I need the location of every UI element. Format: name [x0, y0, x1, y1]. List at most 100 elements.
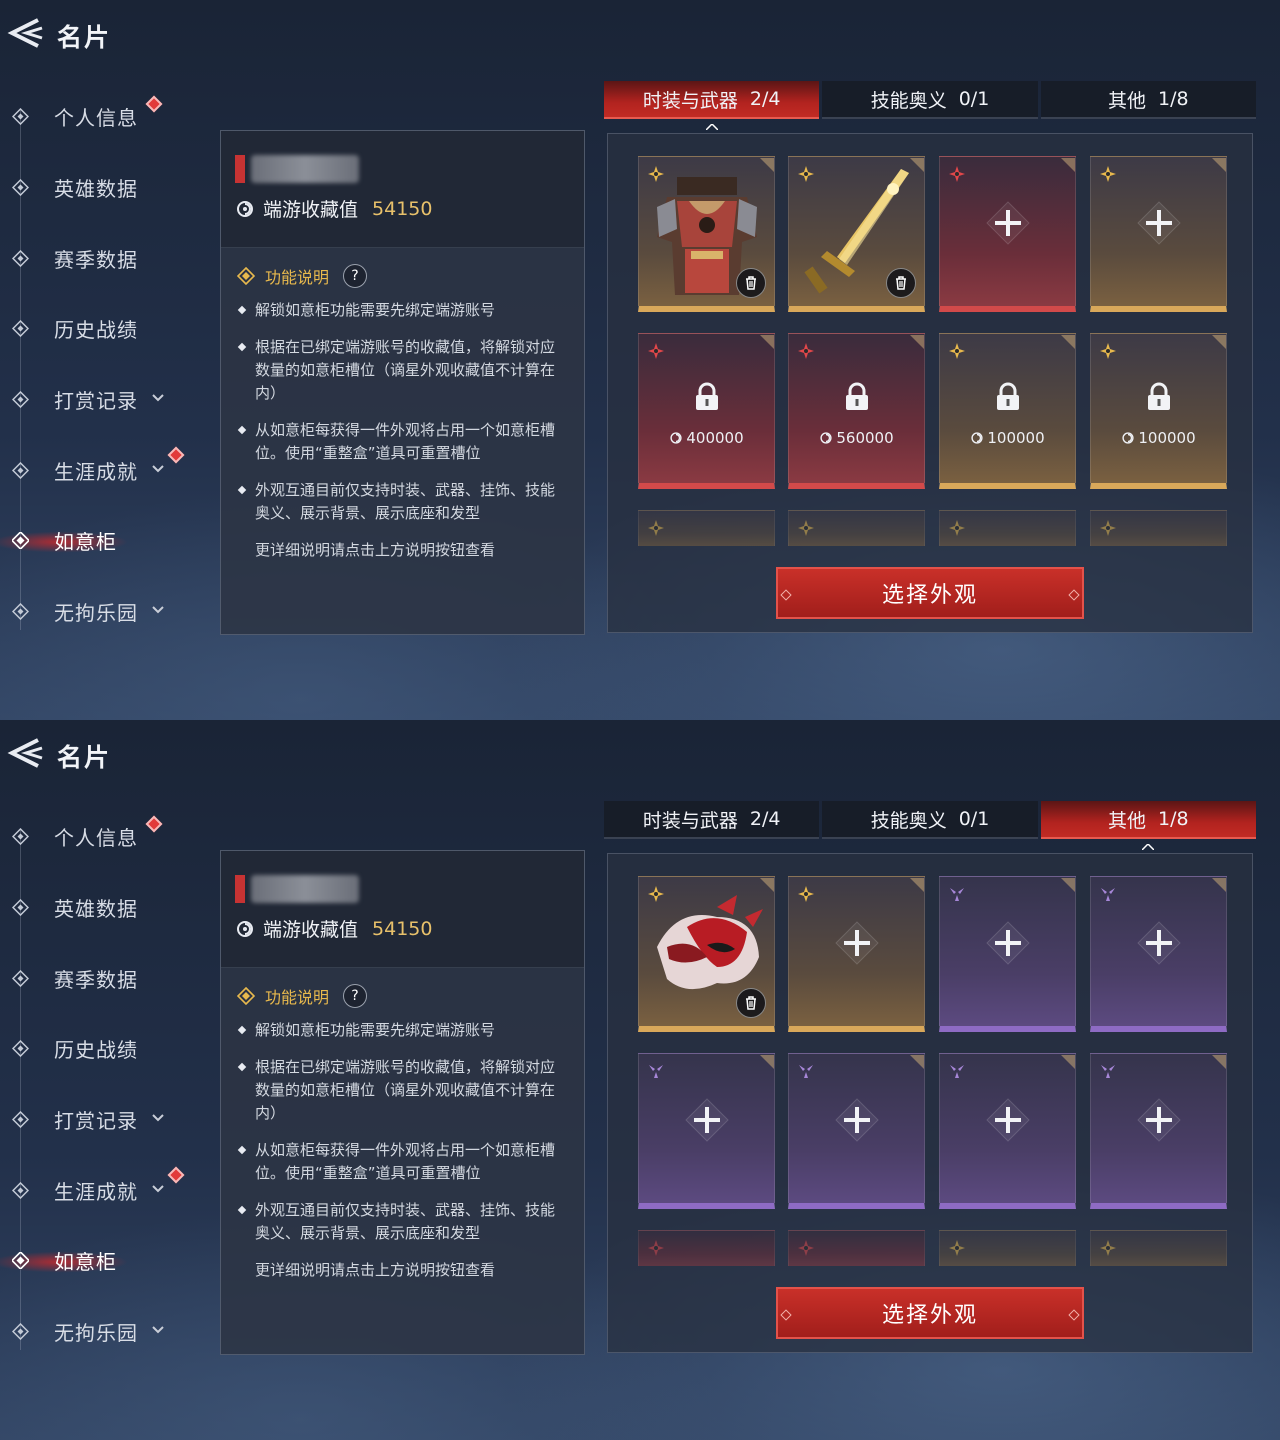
sidebar-item-5[interactable]: 生涯成就: [0, 1166, 210, 1210]
slot-locked[interactable]: 100000: [1090, 333, 1227, 489]
sidebar-item-4[interactable]: 打赏记录: [0, 1099, 210, 1139]
plus-icon: [985, 1097, 1031, 1143]
slot-item[interactable]: [638, 156, 775, 312]
info-bullet: 根据在已绑定端游账号的收藏值，将解锁对应数量的如意柜槽位（谪星外观收藏值不计算在…: [237, 336, 567, 405]
tab-2[interactable]: 其他 1/8: [1040, 81, 1256, 119]
slot-empty[interactable]: [1090, 876, 1227, 1032]
slot-empty[interactable]: [939, 156, 1076, 312]
chevron-down-icon: [150, 602, 166, 618]
slot-faded: [638, 1230, 775, 1266]
plus-icon: [985, 920, 1031, 966]
rarity-icon: [647, 519, 665, 537]
sidebar-item-1[interactable]: 英雄数据: [0, 887, 210, 927]
slot-faded: [939, 1230, 1076, 1266]
info-bullet: 解锁如意柜功能需要先绑定端游账号: [237, 299, 567, 322]
slot-locked[interactable]: 560000: [788, 333, 925, 489]
sidebar-item-label: 无拘乐园: [54, 1320, 138, 1345]
sidebar-item-2[interactable]: 赛季数据: [0, 958, 210, 998]
select-appearance-button[interactable]: 选择外观: [776, 567, 1084, 619]
slot-empty[interactable]: [939, 1053, 1076, 1209]
info-header: 端游收藏值 54150: [221, 131, 584, 248]
sidebar-item-6[interactable]: 如意柜: [0, 1240, 210, 1280]
trash-icon[interactable]: [736, 988, 766, 1018]
diamond-icon: [11, 249, 30, 268]
slot-empty[interactable]: [638, 1053, 775, 1209]
slot-item[interactable]: [638, 876, 775, 1032]
diamond-icon: [11, 1039, 30, 1058]
sidebar-item-label: 赛季数据: [54, 247, 138, 272]
tab-2[interactable]: 其他 1/8: [1040, 801, 1256, 851]
lock-icon: [994, 382, 1022, 412]
tab-1[interactable]: 技能奥义 0/1: [822, 81, 1038, 119]
plus-icon: [1136, 200, 1182, 246]
sidebar-item-label: 个人信息: [54, 825, 138, 850]
rarity-icon: [647, 342, 665, 360]
plus-icon: [834, 920, 880, 966]
back-arrow-icon[interactable]: [4, 736, 44, 770]
tab-0[interactable]: 时装与武器 2/4: [604, 801, 820, 839]
diamond-icon: [11, 969, 30, 988]
sidebar-item-2[interactable]: 赛季数据: [0, 238, 210, 278]
sidebar-item-1[interactable]: 英雄数据: [0, 167, 210, 207]
diamond-icon: [11, 1322, 30, 1341]
tab-count: 2/4: [749, 88, 781, 110]
name-accent-bar: [235, 155, 245, 183]
diamond-icon: [11, 178, 30, 197]
sidebar-item-0[interactable]: 个人信息: [0, 815, 210, 856]
function-title-row: 功能说明?: [237, 264, 368, 288]
slot-item[interactable]: [788, 156, 925, 312]
chevron-down-icon: [150, 461, 166, 477]
chevron-down-icon: [150, 1322, 166, 1338]
unlock-cost: 400000: [639, 429, 774, 447]
screen-1: 名片 个人信息 英雄数据 赛季数据 历史战绩 打赏记录 生涯成就 如意柜 无拘乐园 端游收藏值 54…: [0, 0, 1280, 720]
trash-icon[interactable]: [886, 268, 916, 298]
slot-faded: [788, 1230, 925, 1266]
tab-label: 时装与武器: [642, 89, 738, 112]
slot-locked[interactable]: 400000: [638, 333, 775, 489]
info-footer: 更详细说明请点击上方说明按钮查看: [255, 541, 496, 559]
name-accent-bar: [235, 875, 245, 903]
sidebar-item-3[interactable]: 历史战绩: [0, 308, 210, 348]
function-diamond-icon: [237, 987, 255, 1005]
tab-caret-icon: [1141, 833, 1155, 851]
sidebar-item-0[interactable]: 个人信息: [0, 95, 210, 136]
sidebar-item-6[interactable]: 如意柜: [0, 520, 210, 560]
notification-badge: [167, 1166, 185, 1184]
info-bullets: 解锁如意柜功能需要先绑定端游账号 根据在已绑定端游账号的收藏值，将解锁对应数量的如…: [237, 1019, 567, 1282]
rarity-icon: [1099, 1062, 1117, 1080]
tab-0[interactable]: 时装与武器 2/4: [604, 81, 820, 131]
corner-mark-icon: [760, 1054, 774, 1069]
rarity-icon: [948, 519, 966, 537]
help-icon[interactable]: ?: [343, 264, 368, 288]
collection-icon: [970, 431, 987, 445]
sidebar-item-3[interactable]: 历史战绩: [0, 1028, 210, 1068]
trash-icon[interactable]: [736, 268, 766, 298]
info-panel: 端游收藏值 54150 功能说明? 解锁如意柜功能需要先绑定端游账号 根据在已绑定端游账…: [220, 850, 585, 1355]
sidebar-item-label: 赛季数据: [54, 967, 138, 992]
slot-empty[interactable]: [939, 876, 1076, 1032]
sidebar-item-7[interactable]: 无拘乐园: [0, 591, 210, 631]
slot-locked[interactable]: 100000: [939, 333, 1076, 489]
tab-count: 2/4: [749, 808, 781, 830]
lock-icon: [843, 382, 871, 412]
select-appearance-button[interactable]: 选择外观: [776, 1287, 1084, 1339]
sidebar-item-4[interactable]: 打赏记录: [0, 379, 210, 419]
slot-empty[interactable]: [1090, 156, 1227, 312]
diamond-icon: [11, 319, 30, 338]
unlock-cost-value: 100000: [1138, 429, 1196, 447]
unlock-cost-value: 560000: [836, 429, 894, 447]
sidebar-item-7[interactable]: 无拘乐园: [0, 1311, 210, 1351]
function-title: 功能说明: [265, 988, 330, 1007]
sidebar-item-5[interactable]: 生涯成就: [0, 446, 210, 490]
help-icon[interactable]: ?: [343, 984, 368, 1008]
tab-label: 其他: [1108, 809, 1147, 832]
tab-1[interactable]: 技能奥义 0/1: [822, 801, 1038, 839]
slot-empty[interactable]: [1090, 1053, 1227, 1209]
slot-empty[interactable]: [788, 1053, 925, 1209]
slot-faded: [1090, 510, 1227, 546]
corner-mark-icon: [910, 334, 924, 349]
back-arrow-icon[interactable]: [4, 16, 44, 50]
slot-empty[interactable]: [788, 876, 925, 1032]
unlock-cost-value: 100000: [987, 429, 1045, 447]
sidebar-item-label: 如意柜: [54, 1249, 117, 1274]
